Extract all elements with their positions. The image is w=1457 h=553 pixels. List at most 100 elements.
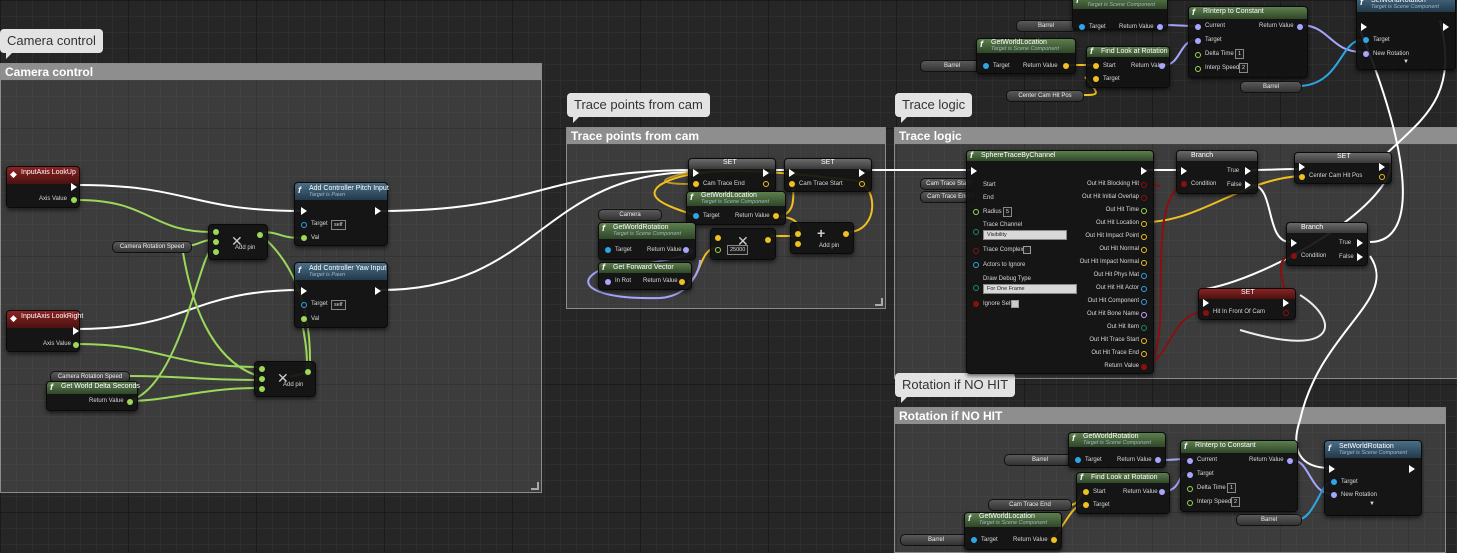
new-rotation-pin[interactable]: [1331, 492, 1337, 498]
trace-channel-pin[interactable]: [973, 229, 979, 235]
sphere-output-pin[interactable]: [1141, 273, 1147, 279]
exec-in-pin[interactable]: [1361, 23, 1367, 31]
trace-complex-checkbox[interactable]: [1023, 246, 1031, 254]
exec-in-pin[interactable]: [301, 287, 307, 295]
return-value-pin[interactable]: [773, 213, 779, 219]
add-controller-pitch-input-node[interactable]: f Add Controller Pitch Input Target is Paw…: [294, 182, 389, 246]
exec-in-pin[interactable]: [301, 207, 307, 215]
exec-out-pin[interactable]: [1283, 299, 1289, 307]
draw-debug-dropdown[interactable]: For One Frame: [983, 284, 1077, 294]
exec-out-pin[interactable]: [73, 327, 79, 335]
sphere-output-pin[interactable]: [1141, 312, 1147, 318]
rinterp-to-constant-node[interactable]: f RInterp to Constant Current Return Valu…: [1180, 440, 1298, 512]
exec-out-pin[interactable]: [1443, 23, 1449, 31]
sphere-output-pin[interactable]: [1141, 182, 1147, 188]
input-pin[interactable]: [259, 366, 265, 372]
get-forward-vector-node[interactable]: f Get Forward Vector In Rot Return Value: [598, 262, 692, 290]
find-look-at-rotation-node[interactable]: f Find Look at Rotation Start Return Valu…: [1086, 46, 1170, 88]
output-pin[interactable]: [257, 232, 263, 238]
vector-out-pin[interactable]: [859, 181, 865, 187]
vector-pin[interactable]: [693, 181, 699, 187]
branch-node[interactable]: Branch Condition True False: [1176, 150, 1258, 194]
bool-out-pin[interactable]: [1283, 310, 1289, 316]
vector-out-pin[interactable]: [1379, 174, 1385, 180]
target-pin[interactable]: [1187, 472, 1193, 478]
find-look-at-rotation-node[interactable]: f Find Look at Rotation Start Return Valu…: [1076, 472, 1170, 514]
sphere-output-pin[interactable]: [1141, 286, 1147, 292]
interp-speed-pin[interactable]: [1195, 66, 1201, 72]
target-pin[interactable]: [301, 302, 307, 308]
multiply-node[interactable]: ✕ Add pin: [254, 361, 316, 397]
self-field[interactable]: self: [331, 220, 346, 230]
in-rot-pin[interactable]: [605, 279, 611, 285]
cam-trace-end-variable[interactable]: Cam Trace End: [988, 499, 1072, 511]
return-value-pin[interactable]: [1159, 63, 1165, 69]
target-pin[interactable]: [971, 537, 977, 543]
get-world-delta-seconds-node[interactable]: f Get World Delta Seconds Return Value: [46, 381, 140, 411]
false-exec-pin[interactable]: [1357, 253, 1363, 261]
return-value-pin[interactable]: [127, 399, 133, 405]
axis-value-pin[interactable]: [71, 197, 77, 203]
barrel-variable[interactable]: Barrel: [900, 534, 972, 546]
barrel-variable[interactable]: Barrel: [1240, 81, 1302, 93]
vector-in-pin[interactable]: [715, 235, 721, 241]
return-value-pin[interactable]: [1155, 457, 1161, 463]
exec-in-pin[interactable]: [1299, 163, 1305, 171]
val-pin[interactable]: [301, 316, 307, 322]
delta-time-pin[interactable]: [1187, 486, 1193, 492]
add-pin-label[interactable]: Add pin: [819, 243, 839, 249]
false-exec-pin[interactable]: [1245, 181, 1251, 189]
target-pin[interactable]: [1079, 24, 1085, 30]
return-value-pin[interactable]: [1297, 24, 1303, 30]
sphere-trace-by-channel-node[interactable]: f SphereTraceByChannel Start End Radius 5…: [966, 150, 1154, 374]
add-controller-yaw-input-node[interactable]: f Add Controller Yaw Input Target is Pawn …: [294, 262, 388, 328]
exec-in-pin[interactable]: [789, 169, 795, 177]
target-pin[interactable]: [605, 247, 611, 253]
radius-pin[interactable]: [973, 209, 979, 215]
delta-time-field[interactable]: 1: [1227, 483, 1237, 493]
start-pin[interactable]: [1083, 489, 1089, 495]
get-world-location-node[interactable]: f GetWorldLocation Target is Scene Compone…: [686, 191, 786, 225]
vector-in-pin[interactable]: [795, 241, 801, 247]
ignore-self-checkbox[interactable]: [1011, 300, 1019, 308]
exec-in-pin[interactable]: [1203, 299, 1209, 307]
self-field[interactable]: self: [331, 300, 346, 310]
get-world-rotation-node[interactable]: fGetWorldRotationTarget is Scene Compone…: [1072, 0, 1168, 30]
input-pin[interactable]: [213, 249, 219, 255]
radius-field[interactable]: 5: [1003, 207, 1013, 217]
exec-in-pin[interactable]: [1291, 239, 1297, 247]
exec-out-pin[interactable]: [1379, 163, 1385, 171]
target-pin[interactable]: [693, 213, 699, 219]
exec-out-pin[interactable]: [1141, 167, 1147, 175]
interp-speed-pin[interactable]: [1187, 500, 1193, 506]
axis-value-pin[interactable]: [73, 342, 79, 348]
add-pin-label[interactable]: Add pin: [235, 245, 255, 251]
add-vector-node[interactable]: + Add pin: [790, 222, 854, 254]
barrel-variable[interactable]: Barrel: [1236, 514, 1302, 526]
draw-debug-pin[interactable]: [973, 285, 979, 291]
input-pin[interactable]: [259, 386, 265, 392]
target-pin[interactable]: [1331, 479, 1337, 485]
branch-node-2[interactable]: Branch Condition True False: [1286, 222, 1368, 266]
sphere-output-pin[interactable]: [1141, 364, 1147, 370]
interp-speed-field[interactable]: 2: [1231, 497, 1241, 507]
input-pin[interactable]: [259, 376, 265, 382]
input-pin[interactable]: [213, 239, 219, 245]
actors-ignore-pin[interactable]: [973, 262, 979, 268]
trace-channel-dropdown[interactable]: Visibility: [983, 230, 1067, 240]
exec-in-pin[interactable]: [1329, 465, 1335, 473]
exec-out-pin[interactable]: [71, 183, 77, 191]
input-axis-lookright-node[interactable]: ◆ InputAxis LookRight Axis Value: [6, 310, 83, 352]
output-pin[interactable]: [305, 369, 311, 375]
expand-arrow-icon[interactable]: ▼: [1369, 501, 1375, 507]
return-value-pin[interactable]: [1063, 63, 1069, 69]
return-value-pin[interactable]: [679, 279, 685, 285]
get-world-rotation-node[interactable]: fGetWorldRotationTarget is Scene Compone…: [598, 222, 696, 260]
exec-in-pin[interactable]: [1181, 167, 1187, 175]
sphere-output-pin[interactable]: [1141, 325, 1147, 331]
delta-time-field[interactable]: 1: [1235, 49, 1245, 59]
delta-time-pin[interactable]: [1195, 52, 1201, 58]
set-hit-in-front-of-cam-node[interactable]: SET Hit In Front Of Cam: [1198, 288, 1296, 320]
return-value-pin[interactable]: [1051, 537, 1057, 543]
ignore-self-pin[interactable]: [973, 301, 979, 307]
